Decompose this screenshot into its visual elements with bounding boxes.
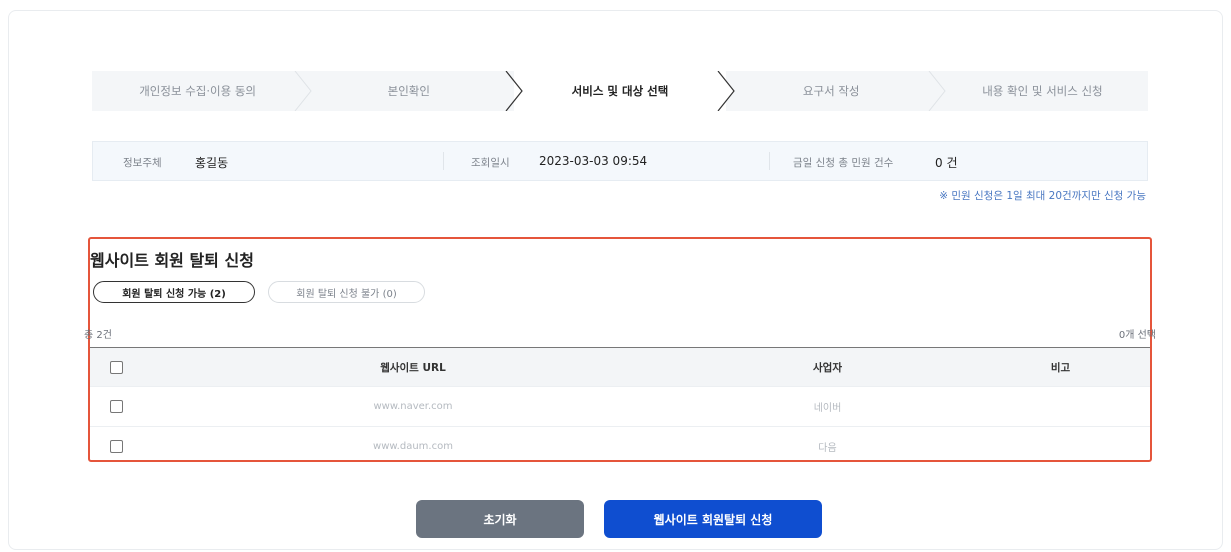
row-checkbox[interactable] [109,400,123,413]
row-select-cell [90,386,142,427]
company-header: 사업자 [684,347,971,387]
subject-value: 홍길동 [195,156,229,170]
divider [443,152,444,170]
chevron-right-icon [717,71,735,111]
step-label: 본인확인 [387,84,430,98]
apply-withdrawal-button[interactable]: 웹사이트 회원탈퇴 신청 [604,500,822,538]
tab-unavailable[interactable]: 회원 탈퇴 신청 불가 (0) [268,281,425,303]
company-cell: 다음 [684,426,971,466]
table-row: www.naver.com 네이버 [90,386,1150,427]
count-label: 금일 신청 총 민원 건수 [793,157,894,169]
step-write-request: 요구서 작성 [726,71,946,111]
withdrawal-panel: 웹사이트 회원 탈퇴 신청 회원 탈퇴 신청 가능 (2) 회원 탈퇴 신청 불… [84,237,1156,466]
chevron-right-icon [294,71,312,111]
info-bar: 정보주체 홍길동 조회일시 2023-03-03 09:54 금일 신청 총 민… [92,141,1148,181]
total-count: 총 2건 [84,330,112,341]
divider [769,152,770,170]
time-label: 조회일시 [471,157,510,169]
table-row: www.daum.com 다음 [90,426,1150,466]
reset-button[interactable]: 초기화 [416,500,584,538]
panel-title: 웹사이트 회원 탈퇴 신청 [90,251,254,270]
row-checkbox[interactable] [109,440,123,453]
notice-text: ※ 민원 신청은 1일 최대 20건까지만 신청 가능 [939,190,1146,202]
note-header: 비고 [971,347,1150,387]
url-header: 웹사이트 URL [142,347,684,387]
table-header: 웹사이트 URL 사업자 비고 [90,347,1150,387]
website-table: 웹사이트 URL 사업자 비고 www.naver.com 네이버 www.da… [90,347,1150,466]
progress-stepper: 개인정보 수집·이용 동의 본인확인 서비스 및 대상 선택 요구서 작성 내용… [92,71,1148,111]
select-all-checkbox[interactable] [109,360,123,374]
count-value: 0 건 [935,156,958,170]
time-value: 2023-03-03 09:54 [539,154,648,168]
step-consent: 개인정보 수집·이용 동의 [92,71,312,111]
step-label: 요구서 작성 [802,84,860,98]
note-cell [971,426,1150,466]
select-all-cell [90,347,142,387]
note-cell [971,386,1150,427]
row-select-cell [90,426,142,466]
step-select-service: 서비스 및 대상 선택 [514,71,735,111]
step-label: 개인정보 수집·이용 동의 [139,84,256,98]
step-verify: 본인확인 [303,71,524,111]
url-cell: www.daum.com [142,426,684,466]
subject-label: 정보주체 [123,157,162,169]
chevron-right-icon [505,71,524,111]
chevron-right-icon [928,71,946,111]
tab-available[interactable]: 회원 탈퇴 신청 가능 (2) [93,281,255,303]
step-label: 서비스 및 대상 선택 [571,84,669,98]
step-confirm-apply: 내용 확인 및 서비스 신청 [937,71,1148,111]
company-cell: 네이버 [684,386,971,427]
url-cell: www.naver.com [142,386,684,427]
step-label: 내용 확인 및 서비스 신청 [982,84,1103,98]
selected-count: 0개 선택 [1118,330,1156,341]
